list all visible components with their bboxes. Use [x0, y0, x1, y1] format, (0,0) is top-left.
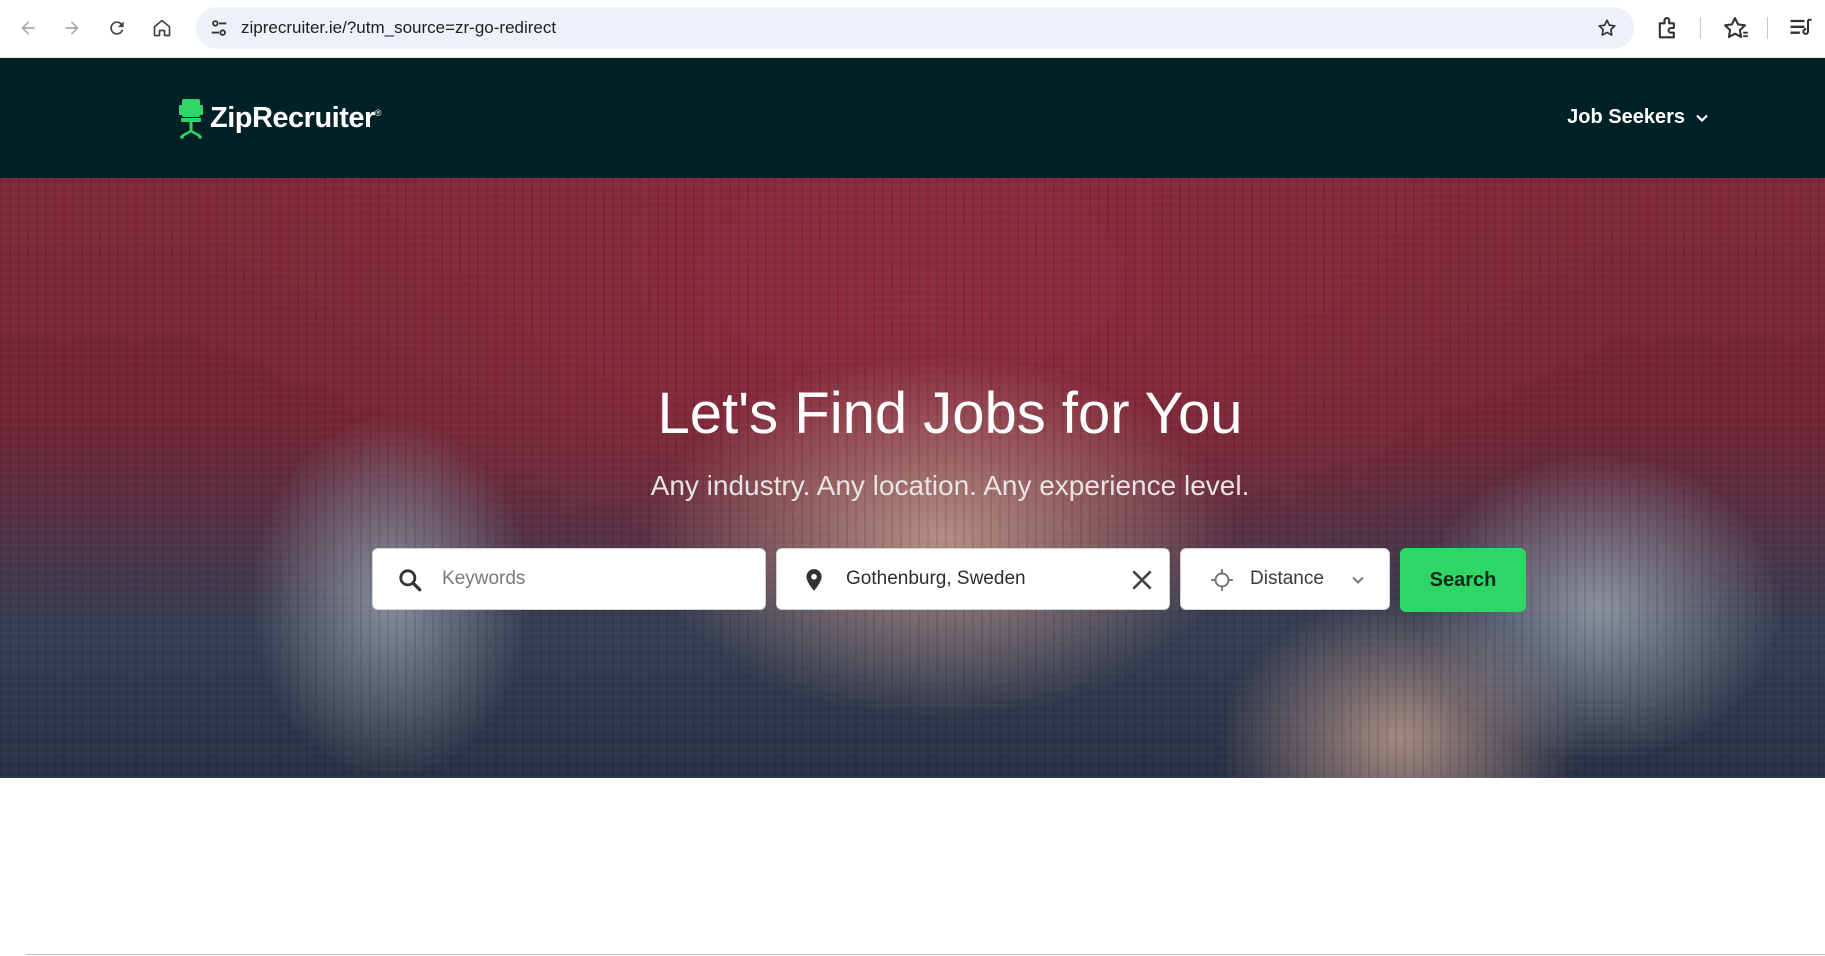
forward-button[interactable] [56, 12, 88, 44]
chevron-down-icon [1696, 114, 1708, 122]
star-icon[interactable] [1596, 17, 1618, 39]
location-value: Gothenburg, Sweden [846, 568, 1026, 589]
reading-list-icon[interactable] [1787, 14, 1815, 42]
puzzle-icon[interactable] [1654, 14, 1682, 42]
toolbar-divider [1700, 17, 1701, 39]
site-header: ZipRecruiter® Job Seekers [0, 58, 1825, 178]
distance-select[interactable]: Distance [1180, 548, 1390, 610]
address-bar[interactable]: ziprecruiter.ie/?utm_source=zr-go-redire… [196, 7, 1634, 49]
logo-wordmark: ZipRecruiter® [210, 102, 381, 135]
reload-button[interactable] [101, 12, 133, 44]
search-button[interactable]: Search [1400, 548, 1526, 612]
location-pin-icon [806, 569, 822, 591]
chair-logo-icon [179, 99, 203, 139]
arrow-right-icon [65, 21, 79, 35]
search-icon [399, 569, 422, 592]
job-seekers-label: Job Seekers [1567, 106, 1685, 128]
home-icon [153, 19, 171, 37]
job-search-form: Keywords Gothenburg, Sweden Distance Sea… [372, 548, 1526, 612]
keywords-input[interactable]: Keywords [372, 548, 766, 610]
address-bar-url[interactable]: ziprecruiter.ie/?utm_source=zr-go-redire… [241, 18, 556, 38]
crosshair-icon [1211, 569, 1233, 591]
hero-subtitle: Any industry. Any location. Any experien… [650, 470, 1250, 501]
job-seekers-menu[interactable]: Job Seekers [1567, 106, 1709, 129]
location-input[interactable]: Gothenburg, Sweden [776, 548, 1170, 610]
arrow-left-icon [21, 21, 35, 35]
browser-toolbar: ziprecruiter.ie/?utm_source=zr-go-redire… [0, 0, 1825, 58]
registered-mark: ® [374, 107, 382, 118]
hero-title: Let's Find Jobs for You [657, 381, 1243, 446]
distance-label: Distance [1250, 568, 1324, 589]
reload-icon [110, 21, 124, 35]
star-list-icon[interactable] [1721, 14, 1749, 42]
back-button[interactable] [12, 12, 44, 44]
close-icon[interactable] [1129, 567, 1155, 593]
chevron-down-icon [1352, 576, 1364, 584]
page-divider [26, 954, 1825, 955]
logo-text: ZipRecruiter [210, 101, 375, 134]
toolbar-divider [1767, 17, 1768, 39]
tune-icon[interactable] [208, 17, 230, 39]
home-button[interactable] [146, 12, 178, 44]
hero-banner: Let's Find Jobs for You Any industry. An… [0, 178, 1825, 778]
ziprecruiter-logo[interactable]: ZipRecruiter® [178, 96, 381, 140]
keywords-placeholder: Keywords [442, 568, 526, 589]
